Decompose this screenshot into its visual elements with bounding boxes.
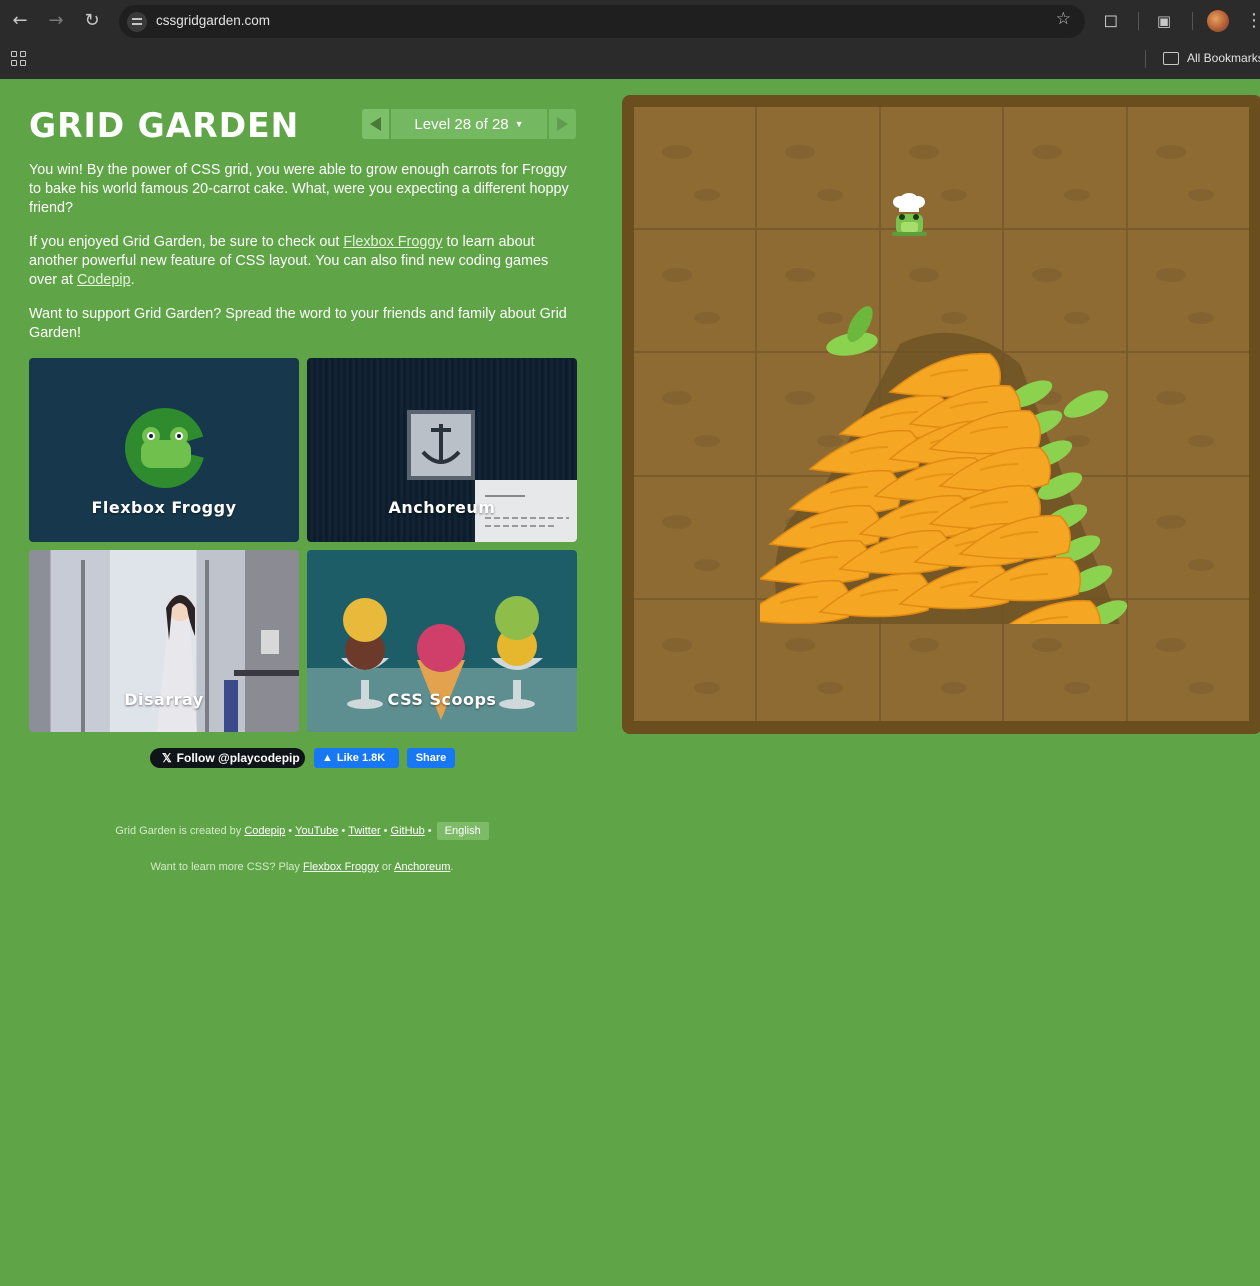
extensions-icon[interactable]: ◻	[1099, 9, 1123, 33]
flexbox-froggy-footer-link[interactable]: Flexbox Froggy	[303, 861, 379, 873]
all-bookmarks-link[interactable]: All Bookmarks	[1187, 51, 1260, 65]
learn-more-text: Want to learn more CSS? Play Flexbox Fro…	[150, 861, 454, 873]
recommendation-text: If you enjoyed Grid Garden, be sure to c…	[29, 234, 549, 288]
tile-label: CSS Scoops	[387, 690, 497, 709]
codepip-link[interactable]: Codepip	[77, 272, 131, 288]
soil-cell	[634, 476, 756, 598]
level-label: Level 28 of 28	[414, 116, 509, 133]
twitter-link[interactable]: Twitter	[348, 825, 380, 837]
css-scoops-tile[interactable]: CSS Scoops	[307, 550, 577, 732]
soil-cell	[1004, 107, 1126, 229]
github-link[interactable]: GitHub	[391, 825, 425, 837]
caret-down-icon: ▼	[514, 119, 524, 129]
flexbox-froggy-tile[interactable]: Flexbox Froggy	[29, 358, 299, 542]
browser-toolbar: ← → ↻ cssgridgarden.com ☆ ◻ ▣ ⋮	[0, 0, 1260, 42]
soil-cell	[1127, 230, 1249, 352]
soil-cell	[634, 107, 756, 229]
chef-frog-icon	[892, 193, 927, 236]
win-message: You win! By the power of CSS grid, you w…	[29, 162, 569, 216]
tile-label: Disarray	[124, 690, 204, 709]
bookmarks-bar: All Bookmarks	[0, 42, 1260, 79]
profile-avatar[interactable]	[1207, 10, 1229, 32]
toolbar-divider	[1138, 12, 1139, 30]
anchoreum-tile[interactable]: Anchoreum	[307, 358, 577, 542]
page-title: GRID GARDEN	[29, 105, 300, 146]
soil-cell	[1127, 353, 1249, 475]
codepip-footer-link[interactable]: Codepip	[244, 825, 285, 837]
x-logo-icon: 𝕏	[162, 751, 172, 765]
apps-icon[interactable]	[11, 51, 27, 67]
tab-search-icon[interactable]: ▣	[1152, 9, 1176, 33]
tile-label: Flexbox Froggy	[91, 498, 237, 517]
soil-cell	[757, 107, 879, 229]
bookmarks-divider	[1145, 50, 1146, 68]
next-level-button[interactable]	[549, 109, 576, 139]
disarray-tile[interactable]: Disarray	[29, 550, 299, 732]
level-selector[interactable]: Level 28 of 28 ▼	[391, 109, 547, 139]
carrot-pile-illustration	[760, 306, 1128, 624]
soil-cell	[1127, 599, 1249, 721]
anchoreum-footer-link[interactable]: Anchoreum	[394, 861, 450, 873]
soil-cell	[1127, 107, 1249, 229]
browser-chrome: ← → ↻ cssgridgarden.com ☆ ◻ ▣ ⋮ All Book…	[0, 0, 1260, 79]
soil-cell	[634, 230, 756, 352]
folder-icon[interactable]	[1163, 52, 1179, 65]
instructions: You win! By the power of CSS grid, you w…	[29, 161, 579, 358]
page-content: GRID GARDEN Level 28 of 28 ▼ You win! By …	[0, 79, 1260, 1286]
reload-icon[interactable]: ↻	[80, 9, 104, 33]
url-text[interactable]: cssgridgarden.com	[156, 13, 270, 28]
thumbs-up-icon: ▲	[322, 752, 333, 764]
toolbar-divider	[1192, 12, 1193, 30]
soil-cell	[1127, 476, 1249, 598]
language-selector[interactable]: English	[436, 822, 489, 840]
star-icon[interactable]: ☆	[1056, 9, 1071, 29]
carrot-leaf	[1063, 390, 1109, 418]
level-navigation: Level 28 of 28 ▼	[362, 109, 576, 139]
flexbox-froggy-link[interactable]: Flexbox Froggy	[343, 234, 442, 250]
facebook-share-button[interactable]: Share	[407, 748, 455, 768]
back-icon[interactable]: ←	[8, 9, 32, 33]
soil-cell	[634, 599, 756, 721]
twitter-follow-button[interactable]: 𝕏 Follow @playcodepip	[150, 748, 305, 768]
credits: Grid Garden is created by Codepip • YouTub…	[0, 822, 604, 840]
youtube-link[interactable]: YouTube	[295, 825, 338, 837]
tile-label: Anchoreum	[388, 498, 496, 517]
site-info-icon[interactable]	[127, 12, 147, 32]
menu-icon[interactable]: ⋮	[1242, 9, 1260, 33]
forward-icon[interactable]: →	[44, 9, 68, 33]
support-text: Want to support Grid Garden? Spread the …	[29, 306, 567, 341]
previous-level-button[interactable]	[362, 109, 389, 139]
facebook-like-button[interactable]: ▲ Like 1.8K	[314, 748, 399, 768]
address-bar[interactable]: cssgridgarden.com ☆	[119, 5, 1085, 38]
soil-cell	[634, 353, 756, 475]
